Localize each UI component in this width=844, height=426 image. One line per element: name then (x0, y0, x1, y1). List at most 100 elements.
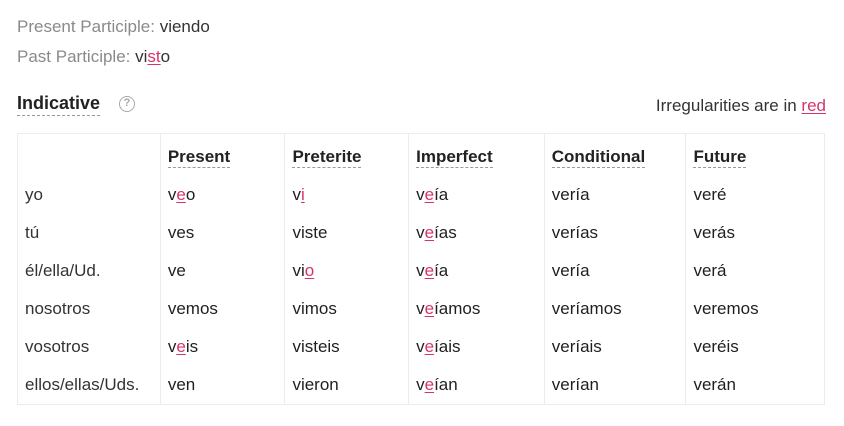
tense-label[interactable]: Conditional (551, 147, 646, 168)
form-ending: o (185, 185, 196, 204)
conjugation-cell: verás (685, 214, 825, 252)
form-regular-part: veréis (693, 337, 739, 356)
pronoun-cell: nosotros (17, 290, 161, 328)
conjugation-cell: veremos (685, 290, 825, 328)
form-ending: íais (434, 337, 461, 356)
conjugation-cell: veían (408, 366, 545, 405)
form-regular-part: veríamos (551, 299, 622, 318)
form-irregular-part: e (424, 223, 435, 242)
conjugation-page: Present Participle: viendo Past Particip… (0, 0, 844, 426)
form-irregular-part: e (424, 299, 435, 318)
form-ending: ían (434, 375, 458, 394)
conjugation-cell: vimos (284, 290, 409, 328)
form-regular-part: verás (693, 223, 736, 242)
pronoun-cell: ellos/ellas/Uds. (17, 366, 161, 405)
form-irregular-part: e (176, 337, 186, 356)
form-ending: is (185, 337, 199, 356)
conjugation-table: Present Preterite Imperfect Conditional Futu… (17, 133, 825, 405)
conjugation-cell: visteis (284, 328, 409, 366)
conjugation-cell: ve (159, 252, 285, 290)
form-regular-part: vería (551, 185, 590, 204)
past-participle-irregular-part: st (147, 47, 161, 66)
conjugation-cell: veo (159, 176, 285, 214)
conjugation-cell: vemos (159, 290, 285, 328)
table-row: ellos/ellas/Uds. ven vieron veían verían verá… (17, 366, 825, 405)
form-regular-part: v (416, 261, 425, 280)
form-ending: íamos (434, 299, 481, 318)
form-regular-part: veré (693, 185, 727, 204)
form-regular-part: verán (693, 375, 736, 394)
form-regular-part: verían (551, 375, 599, 394)
table-row: tú ves viste veías verías verás (17, 214, 825, 252)
form-regular-part: v (416, 185, 425, 204)
conjugation-cell: vi (284, 176, 409, 214)
form-regular-part: ves (167, 223, 195, 242)
tense-label[interactable]: Future (693, 147, 747, 168)
conjugation-cell: viste (284, 214, 409, 252)
form-regular-part: visteis (292, 337, 340, 356)
conjugation-cell: veíais (408, 328, 545, 366)
form-regular-part: vimos (292, 299, 337, 318)
table-header-row: Present Preterite Imperfect Conditional Futu… (17, 133, 825, 176)
conjugation-cell: veía (408, 252, 545, 290)
tense-label[interactable]: Preterite (292, 147, 362, 168)
form-regular-part: verá (693, 261, 727, 280)
form-ending: ía (434, 261, 449, 280)
past-participle-value: visto (135, 47, 170, 66)
form-regular-part: veríais (551, 337, 602, 356)
form-regular-part: vería (551, 261, 590, 280)
form-irregular-part: o (304, 261, 315, 280)
form-ending: ía (434, 185, 449, 204)
form-regular-part: vemos (167, 299, 218, 318)
conjugation-cell: veía (408, 176, 545, 214)
form-regular-part: verías (551, 223, 599, 242)
tense-label[interactable]: Present (167, 147, 231, 168)
conjugation-cell: verías (543, 214, 686, 252)
conjugation-cell: veríamos (543, 290, 686, 328)
conjugation-cell: verá (685, 252, 825, 290)
conjugation-cell: veríais (543, 328, 686, 366)
column-header-preterite: Preterite (284, 133, 409, 176)
form-regular-part: ven (167, 375, 196, 394)
form-irregular-part: i (300, 185, 305, 204)
conjugation-cell: vio (284, 252, 409, 290)
table-row: él/ella/Ud. ve vio veía vería verá (17, 252, 825, 290)
conjugation-cell: veréis (685, 328, 825, 366)
form-regular-part: viste (292, 223, 328, 242)
column-header-imperfect: Imperfect (408, 133, 545, 176)
table-row: vosotros veis visteis veíais veríais veréis (17, 328, 825, 366)
conjugation-cell: vería (543, 252, 686, 290)
legend-text: Irregularities are in (655, 96, 797, 115)
question-circle-icon[interactable]: ? (119, 96, 135, 112)
form-irregular-part: e (424, 337, 435, 356)
form-regular-part: vieron (292, 375, 339, 394)
present-participle-value: viendo (159, 17, 210, 36)
column-header-conditional: Conditional (543, 133, 686, 176)
pronoun-cell: yo (17, 176, 161, 214)
conjugation-cell: verán (685, 366, 825, 405)
tense-label[interactable]: Imperfect (416, 147, 493, 168)
past-participle-ending: o (160, 47, 171, 66)
conjugation-cell: verían (543, 366, 686, 405)
column-header-future: Future (685, 133, 825, 176)
conjugation-cell: veré (685, 176, 825, 214)
form-regular-part: vi (292, 261, 305, 280)
present-participle: Present Participle: viendo (17, 16, 210, 38)
form-regular-part: v (416, 299, 425, 318)
conjugation-cell: ven (159, 366, 285, 405)
section-title-indicative[interactable]: Indicative (17, 92, 101, 116)
form-regular-part: veremos (693, 299, 759, 318)
form-regular-part: v (292, 185, 301, 204)
conjugation-cell: vería (543, 176, 686, 214)
conjugation-cell: ves (159, 214, 285, 252)
pronoun-cell: él/ella/Ud. (17, 252, 161, 290)
table-body: yo veo vi veía vería veré tú ves viste veías vería… (17, 176, 825, 405)
conjugation-cell: veíamos (408, 290, 545, 328)
legend-red-link[interactable]: red (801, 96, 826, 115)
form-irregular-part: e (176, 185, 186, 204)
conjugation-cell: veías (408, 214, 545, 252)
form-regular-part: v (416, 223, 425, 242)
column-header-present: Present (159, 133, 285, 176)
past-participle-label: Past Participle: (17, 47, 131, 66)
pronoun-cell: tú (17, 214, 161, 252)
